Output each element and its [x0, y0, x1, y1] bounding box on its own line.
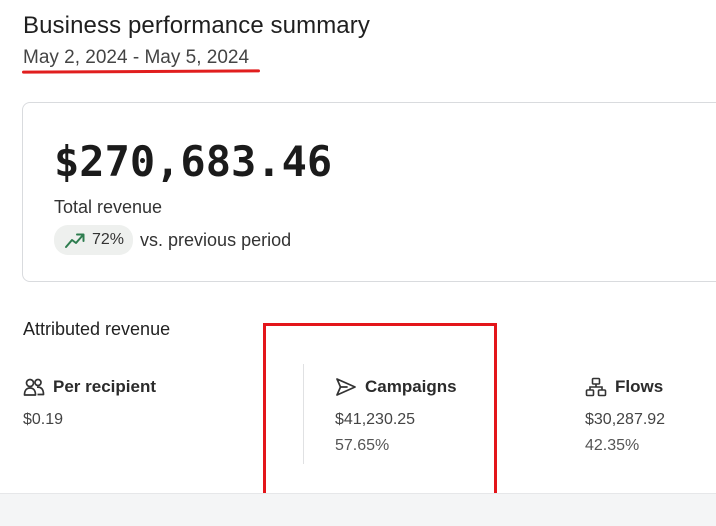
- trending-up-icon: [64, 231, 86, 249]
- page: Business performance summary May 2, 2024…: [0, 0, 716, 526]
- metric-flows-percent: 42.35%: [585, 437, 640, 454]
- metric-flows-label: Flows: [615, 377, 664, 396]
- page-title: Business performance summary: [23, 12, 370, 39]
- campaigns-annotation-box: [263, 323, 497, 499]
- revenue-change-badge: 72%: [54, 225, 134, 255]
- bottom-band: [0, 493, 716, 526]
- flow-icon: [585, 377, 607, 397]
- date-range[interactable]: May 2, 2024 - May 5, 2024: [23, 47, 249, 69]
- revenue-change-text: vs. previous period: [140, 229, 292, 250]
- metric-flows: Flows $30,287.92 42.35%: [585, 375, 665, 455]
- attributed-revenue-title: Attributed revenue: [23, 319, 171, 339]
- metric-per-recipient-label: Per recipient: [53, 377, 156, 396]
- metric-per-recipient-value: $0.19: [23, 411, 64, 428]
- total-revenue-card: $270,683.46 Total revenue 72% vs. previo…: [22, 102, 716, 282]
- metric-per-recipient: Per recipient $0.19: [23, 375, 156, 429]
- revenue-change-row: 72% vs. previous period: [54, 225, 291, 255]
- date-range-annotation-underline: [21, 69, 261, 74]
- metric-flows-value: $30,287.92: [585, 411, 666, 428]
- revenue-change-percent: 72%: [92, 231, 125, 248]
- people-icon: [23, 377, 45, 397]
- total-revenue-amount: $270,683.46: [54, 137, 333, 186]
- total-revenue-label: Total revenue: [54, 197, 163, 217]
